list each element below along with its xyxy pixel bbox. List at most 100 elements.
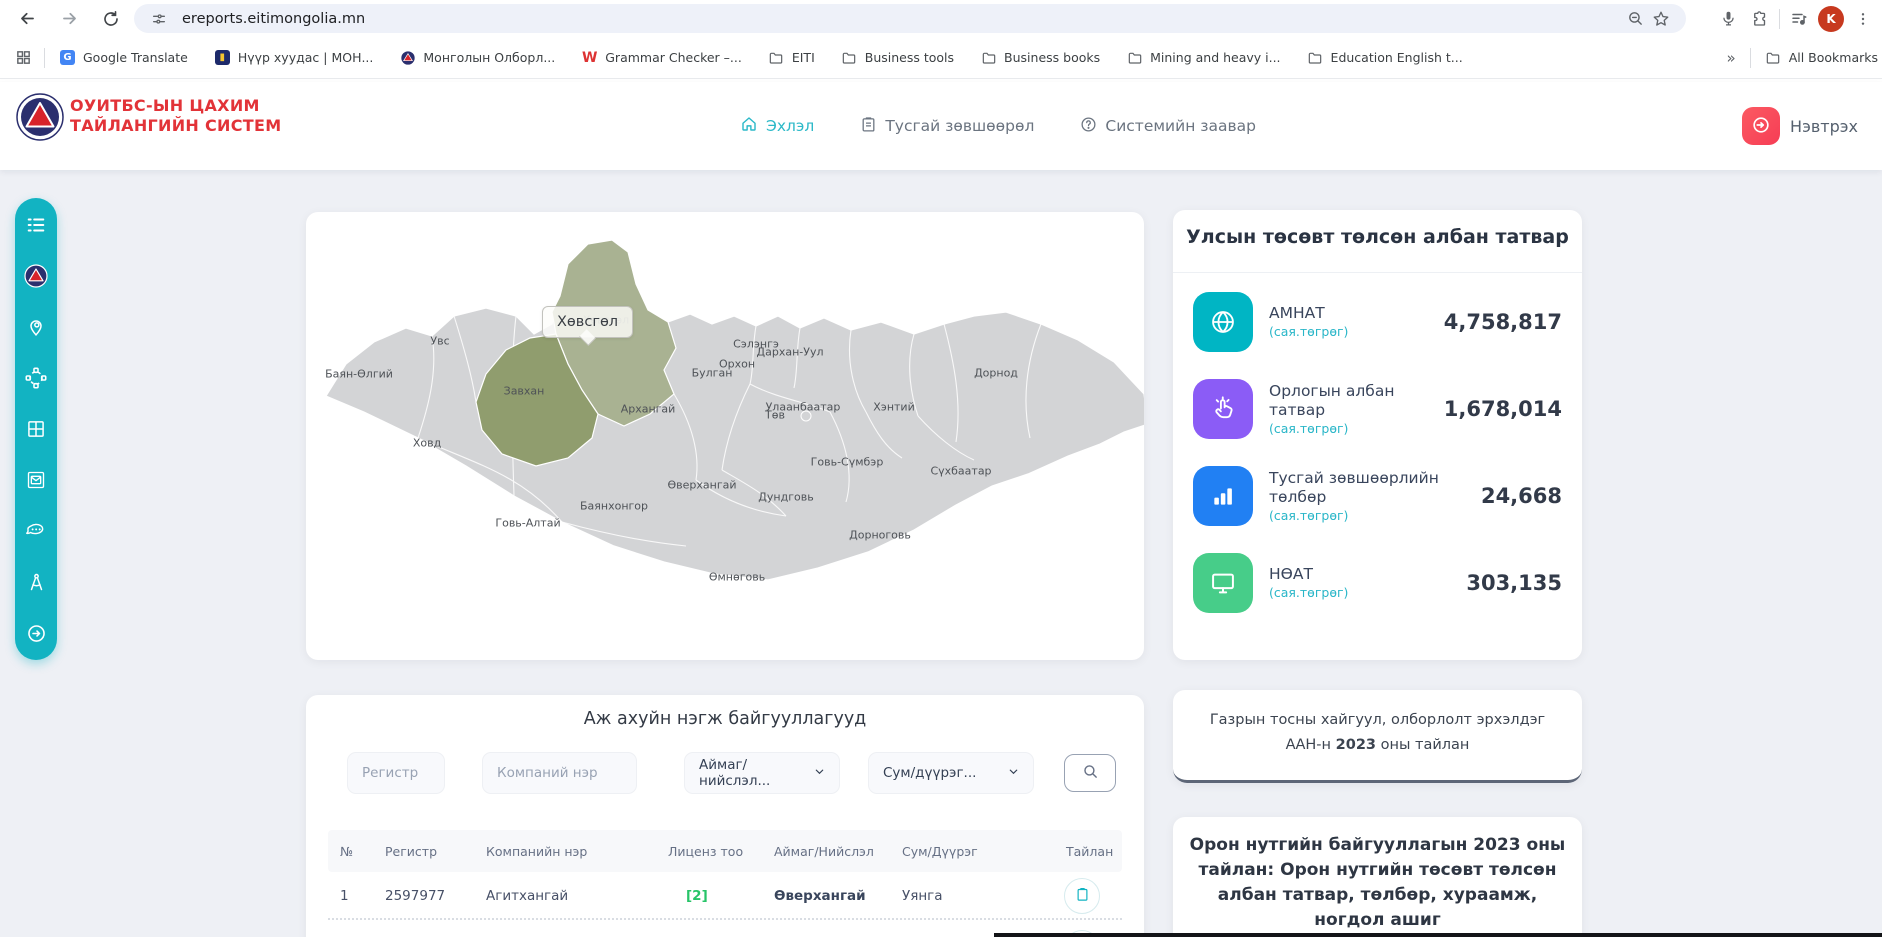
stat-value: 303,135 [1466, 571, 1562, 595]
eiti-emblem-icon[interactable] [24, 264, 48, 288]
row-divider [328, 918, 1122, 920]
grid-window-icon[interactable] [24, 417, 48, 441]
stat-row-license-fee: Тусгай зөвшөөрлийн төлбөр (сая.төгрөг) 2… [1193, 464, 1562, 528]
stat-label: Орлогын албан татвар [1269, 382, 1444, 420]
eiti-logo[interactable] [16, 93, 64, 141]
stat-unit: (сая.төгрөг) [1269, 507, 1481, 524]
exit-arrow-icon[interactable] [24, 621, 48, 645]
bookmark-folder-business-tools[interactable]: Business tools [841, 49, 954, 66]
login-arrow-icon [1751, 115, 1771, 138]
clipboard-icon [860, 116, 877, 137]
login-button[interactable] [1742, 107, 1780, 145]
local-report-card[interactable]: Орон нутгийн байгууллагын 2023 оны тайла… [1173, 817, 1582, 937]
bookmark-nuur-huudas[interactable]: ▮ Нүүр хуудас | МОН... [214, 49, 374, 66]
stat-row-vat: НӨАТ (сая.төгрөг) 303,135 [1193, 551, 1562, 615]
stat-unit: (сая.төгрөг) [1269, 323, 1444, 340]
oil-report-card[interactable]: Газрын тосны хайгуул, олборлолт эрхэлдэг… [1173, 690, 1582, 783]
bookmark-grammar-checker[interactable]: W Grammar Checker –... [581, 49, 742, 66]
url-text[interactable]: ereports.eitimongolia.mn [182, 11, 1622, 27]
list-menu-icon[interactable] [24, 213, 48, 237]
media-controls-icon[interactable] [1786, 6, 1812, 32]
site-title: ОУИТБС-ЫН ЦАХИМ ТАЙЛАНГИЙН СИСТЕМ [70, 96, 281, 136]
site-info-icon[interactable] [146, 6, 172, 32]
bookmark-folder-eiti[interactable]: EITI [768, 49, 815, 66]
folder-icon [980, 49, 997, 66]
screen: ereports.eitimongolia.mn [0, 0, 1882, 937]
table-row[interactable]: 1 2597977 Агитхангай [2] Өверхангай Уянг… [328, 873, 1122, 918]
stat-label: НӨАТ [1269, 565, 1466, 584]
divider [1173, 272, 1582, 273]
home-icon [740, 115, 758, 137]
google-translate-icon: G [59, 49, 76, 66]
companies-card: Аж ахуйн нэгж байгууллагууд Аймаг/нийслэ… [306, 695, 1144, 937]
zoom-icon[interactable] [1622, 6, 1648, 32]
bookmark-google-translate[interactable]: G Google Translate [59, 49, 188, 66]
oil-report-line2: ААН-н 2023 оны тайлан [1185, 733, 1570, 758]
forward-icon[interactable] [54, 4, 84, 34]
bookmark-folder-business-books[interactable]: Business books [980, 49, 1100, 66]
bookmark-folder-education[interactable]: Education English t... [1307, 49, 1463, 66]
stat-label: АМНАТ [1269, 304, 1444, 323]
company-name-input[interactable] [482, 752, 637, 794]
mongolia-map-card: Увс Баян-Өлгий Ховд Завхан Хөвсгөл Сэлэн… [306, 212, 1144, 660]
apps-grid-icon[interactable] [10, 45, 36, 71]
floating-sidebar [15, 198, 57, 660]
stat-unit: (сая.төгрөг) [1269, 584, 1466, 601]
nav-system-guide[interactable]: Системийн заавар [1080, 116, 1256, 137]
menu-dots-icon[interactable] [1850, 6, 1876, 32]
workflow-nodes-icon[interactable] [24, 366, 48, 390]
login-label[interactable]: Нэвтрэх [1790, 117, 1858, 136]
nav-special-permit[interactable]: Тусгай зөвшөөрөл [860, 116, 1034, 137]
main-nav: Эхлэл Тусгай зөвшөөрөл Системийн заавар [740, 82, 1256, 170]
site-header: ОУИТБС-ЫН ЦАХИМ ТАЙЛАНГИЙН СИСТЕМ Эхлэл … [0, 82, 1882, 170]
url-bar[interactable]: ereports.eitimongolia.mn [134, 4, 1686, 33]
cursor-click-icon [1193, 379, 1253, 439]
all-bookmarks[interactable]: All Bookmarks [1765, 49, 1878, 66]
monitor-icon [1193, 553, 1253, 613]
bookmarks-bar: G Google Translate ▮ Нүүр хуудас | МОН..… [0, 37, 1882, 79]
tax-stats-panel: Улсын төсөвт төлсөн албан татвар АМНАТ (… [1173, 210, 1582, 660]
stats-title: Улсын төсөвт төлсөн албан татвар [1173, 226, 1582, 248]
profile-avatar[interactable]: K [1818, 6, 1844, 32]
bookmarks-overflow-chevron[interactable]: » [1727, 49, 1736, 67]
bar-chart-icon [1193, 466, 1253, 526]
nav-home[interactable]: Эхлэл [740, 115, 814, 137]
chevron-down-icon [1008, 765, 1019, 781]
chat-bubble-icon[interactable] [24, 519, 48, 543]
bookmarks-separator-2 [1750, 48, 1751, 68]
login: Нэвтрэх [1742, 82, 1858, 170]
stat-value: 1,678,014 [1444, 397, 1562, 421]
stat-row-amnat: АМНАТ (сая.төгрөг) 4,758,817 [1193, 290, 1562, 354]
browser-toolbar: ereports.eitimongolia.mn [0, 0, 1882, 82]
local-report-text: Орон нутгийн байгууллагын 2023 оны тайла… [1187, 833, 1568, 933]
oil-report-line1: Газрын тосны хайгуул, олборлолт эрхэлдэг [1185, 708, 1570, 733]
reload-icon[interactable] [96, 4, 126, 34]
bottom-dark-strip [994, 933, 1882, 937]
mail-square-icon[interactable] [24, 468, 48, 492]
mic-icon[interactable] [1715, 6, 1741, 32]
folder-icon [841, 49, 858, 66]
sum-select[interactable]: Сум/дүүрэг... [868, 752, 1034, 794]
mongolia-site-icon: ▮ [214, 49, 231, 66]
stat-row-income-tax: Орлогын албан татвар (сая.төгрөг) 1,678,… [1193, 377, 1562, 441]
extensions-icon[interactable] [1747, 6, 1773, 32]
back-icon[interactable] [12, 4, 42, 34]
report-clipboard-icon [1075, 887, 1090, 905]
w-icon: W [581, 49, 598, 66]
bookmark-star-icon[interactable] [1648, 6, 1674, 32]
chevron-down-icon [814, 765, 825, 781]
bookmarks-separator [44, 48, 45, 68]
search-icon [1082, 763, 1099, 783]
drafting-compass-icon[interactable] [24, 570, 48, 594]
stat-value: 4,758,817 [1444, 310, 1562, 334]
bookmark-folder-mining[interactable]: Mining and heavy i... [1126, 49, 1280, 66]
mongolia-map[interactable] [306, 212, 1144, 660]
map-pin-icon[interactable] [24, 315, 48, 339]
search-button[interactable] [1064, 754, 1116, 792]
registry-input[interactable] [347, 752, 445, 794]
toolbar-separator [1779, 9, 1780, 29]
aimag-select[interactable]: Аймаг/нийслэл... [684, 752, 840, 794]
bookmark-mongolyn-olborl[interactable]: Монголын Олборл... [399, 49, 555, 66]
globe-icon [1193, 292, 1253, 352]
report-button[interactable] [1064, 878, 1100, 914]
